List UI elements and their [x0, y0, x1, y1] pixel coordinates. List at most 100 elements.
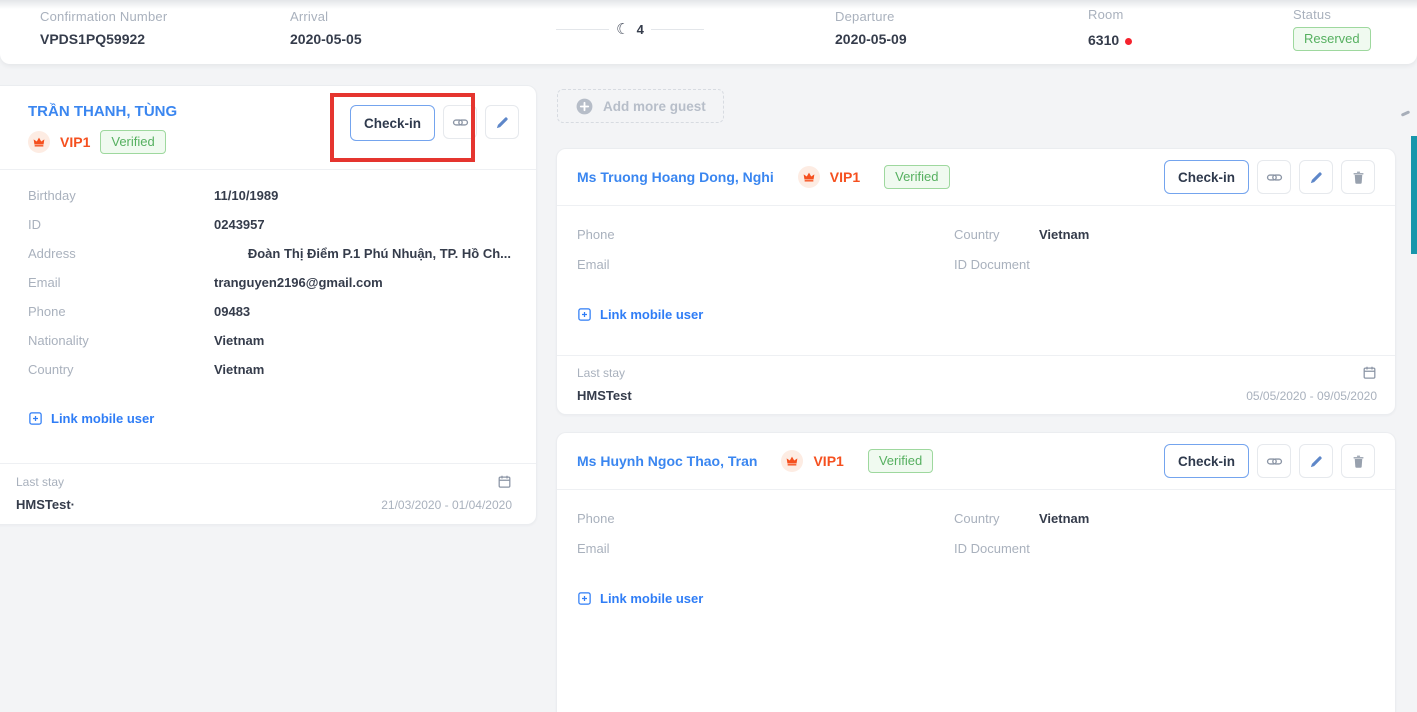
circle-plus-icon: [575, 97, 594, 116]
calendar-icon[interactable]: [1362, 365, 1377, 380]
link-mobile-user-label: Link mobile user: [600, 307, 703, 322]
detail-value: tranguyen2196@gmail.com: [214, 275, 511, 290]
edit-guest-button[interactable]: [1299, 444, 1333, 478]
primary-guest-name[interactable]: TRẦN THANH, TÙNG: [28, 103, 177, 120]
detail-value: 09483: [214, 304, 511, 319]
add-more-guest-button[interactable]: Add more guest: [557, 89, 724, 123]
guest-name[interactable]: Ms Truong Hoang Dong, Nghi: [577, 169, 774, 185]
primary-guest-details: Birthday 11/10/1989 ID 0243957 Address Đ…: [0, 170, 536, 384]
delete-guest-button[interactable]: [1341, 160, 1375, 194]
last-stay-label: Last stay: [577, 366, 625, 380]
primary-guest-card: TRẦN THANH, TÙNG VIP1 Verified Check-in: [0, 85, 537, 525]
room-group: Room 6310: [1088, 7, 1132, 48]
link-guest-button[interactable]: [1257, 160, 1291, 194]
id-document-label: ID Document: [954, 541, 1039, 556]
trash-icon: [1351, 454, 1366, 469]
plus-square-icon: [577, 591, 592, 606]
link-mobile-user-label: Link mobile user: [600, 591, 703, 606]
last-stay-hotel: HMSTest·: [16, 497, 75, 512]
link-mobile-user-button[interactable]: Link mobile user: [28, 411, 154, 426]
detail-value: 11/10/1989: [214, 188, 511, 203]
phone-label: Phone: [577, 227, 615, 242]
plus-square-icon: [28, 411, 43, 426]
reservation-summary-bar: Confirmation Number VPDS1PQ59922 Arrival…: [0, 0, 1417, 64]
room-number: 6310: [1088, 32, 1119, 48]
delete-guest-button[interactable]: [1341, 444, 1375, 478]
detail-label: Birthday: [28, 188, 214, 203]
link-mobile-user-label: Link mobile user: [51, 411, 154, 426]
vip-level-badge: VIP1: [813, 453, 843, 469]
detail-row-email: Email tranguyen2196@gmail.com: [0, 268, 536, 297]
scrollbar-thumb[interactable]: [1411, 136, 1417, 254]
room-label: Room: [1088, 7, 1132, 22]
arrival-label: Arrival: [290, 9, 362, 24]
guest-card-2: Ms Truong Hoang Dong, Nghi VIP1 Verified…: [556, 148, 1396, 415]
vip-crown-icon: [28, 131, 50, 153]
detail-label: Phone: [28, 304, 214, 319]
checkin-button[interactable]: Check-in: [350, 105, 435, 141]
status-badge: Reserved: [1293, 27, 1371, 51]
checkin-button[interactable]: Check-in: [1164, 444, 1249, 478]
country-label: Country: [954, 511, 1039, 526]
country-value: Vietnam: [1039, 227, 1089, 242]
detail-label: Country: [28, 362, 214, 377]
vip-level-badge: VIP1: [60, 134, 90, 150]
last-stay-label: Last stay: [16, 475, 64, 489]
trash-icon: [1351, 170, 1366, 185]
phone-label: Phone: [577, 511, 615, 526]
last-stay-section: Last stay HMSTest· 21/03/2020 - 01/04/20…: [0, 463, 536, 524]
edit-guest-button[interactable]: [485, 105, 519, 139]
pencil-icon: [1309, 454, 1324, 469]
link-guest-button[interactable]: [443, 105, 477, 139]
detail-row-birthday: Birthday 11/10/1989: [0, 181, 536, 210]
pencil-icon: [495, 115, 510, 130]
detail-label: Nationality: [28, 333, 214, 348]
link-mobile-user-button[interactable]: Link mobile user: [577, 307, 703, 322]
id-document-label: ID Document: [954, 257, 1039, 272]
room-value: 6310: [1088, 32, 1132, 48]
chain-link-icon: [1266, 169, 1283, 186]
departure-label: Departure: [835, 9, 907, 24]
chain-link-icon: [452, 114, 469, 131]
detail-label: ID: [28, 217, 214, 232]
nights-indicator: ☾ 4: [556, 22, 704, 37]
country-label: Country: [954, 227, 1039, 242]
plus-square-icon: [577, 307, 592, 322]
status-group: Status Reserved: [1293, 7, 1371, 51]
country-value: Vietnam: [1039, 511, 1089, 526]
detail-row-country: Country Vietnam: [0, 355, 536, 384]
checkin-button[interactable]: Check-in: [1164, 160, 1249, 194]
detail-value: Vietnam: [214, 333, 511, 348]
edit-guest-button[interactable]: [1299, 160, 1333, 194]
detail-row-address: Address Đoàn Thị Điểm P.1 Phú Nhuận, TP.…: [0, 239, 536, 268]
departure-group: Departure 2020-05-09: [835, 9, 907, 47]
chain-link-icon: [1266, 453, 1283, 470]
verified-badge: Verified: [884, 165, 949, 189]
edge-artifact: [1401, 110, 1410, 116]
link-guest-button[interactable]: [1257, 444, 1291, 478]
guest-name[interactable]: Ms Huynh Ngoc Thao, Tran: [577, 453, 757, 469]
calendar-icon[interactable]: [497, 474, 512, 489]
vip-crown-icon: [781, 450, 803, 472]
detail-label: Address: [28, 246, 214, 261]
nights-count: 4: [637, 22, 644, 37]
last-stay-section: Last stay HMSTest 05/05/2020 - 09/05/202…: [557, 355, 1395, 414]
guest-card-3: Ms Huynh Ngoc Thao, Tran VIP1 Verified C…: [556, 432, 1396, 712]
status-label: Status: [1293, 7, 1371, 22]
last-stay-dates: 21/03/2020 - 01/04/2020: [381, 498, 512, 512]
detail-value: Đoàn Thị Điểm P.1 Phú Nhuận, TP. Hồ Ch..…: [214, 246, 511, 261]
vip-level-badge: VIP1: [830, 169, 860, 185]
confirmation-number-label: Confirmation Number: [40, 9, 167, 24]
last-stay-dates: 05/05/2020 - 09/05/2020: [1246, 389, 1377, 403]
room-status-dot-icon: [1125, 38, 1132, 45]
add-more-guest-label: Add more guest: [603, 99, 706, 114]
link-mobile-user-button[interactable]: Link mobile user: [577, 591, 703, 606]
confirmation-number-value: VPDS1PQ59922: [40, 31, 167, 47]
detail-row-id: ID 0243957: [0, 210, 536, 239]
primary-guest-identity: TRẦN THANH, TÙNG VIP1 Verified: [28, 103, 177, 154]
detail-row-nationality: Nationality Vietnam: [0, 326, 536, 355]
detail-row-phone: Phone 09483: [0, 297, 536, 326]
nights-line-right: [651, 29, 704, 30]
email-label: Email: [577, 257, 610, 272]
nights-line-left: [556, 29, 609, 30]
